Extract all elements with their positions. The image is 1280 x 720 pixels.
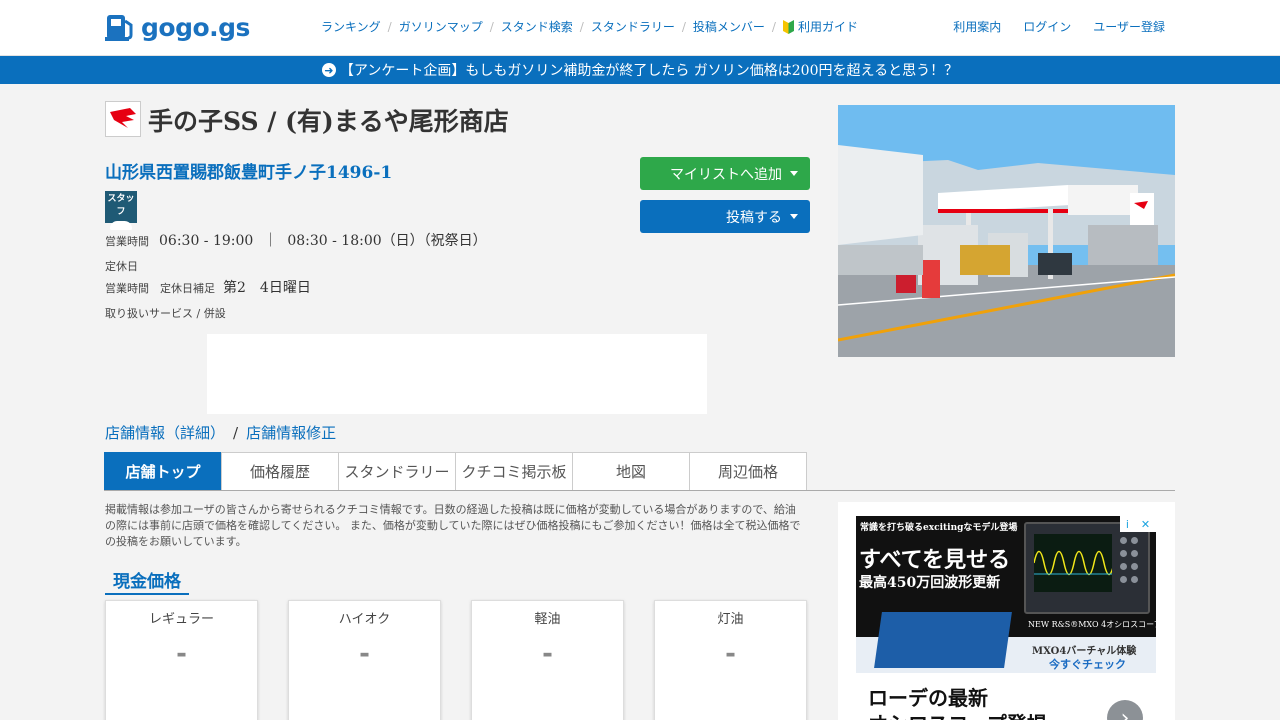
nav-gasoline-map[interactable]: ガソリンマップ (392, 18, 490, 35)
fuel-price: - (176, 639, 187, 669)
account-nav: 利用案内 ログイン ユーザー登録 (942, 18, 1176, 35)
arrow-right-circle-icon: ➜ (321, 63, 336, 77)
caret-down-icon (790, 171, 798, 176)
price-card-kerosene[interactable]: 灯油 - (654, 600, 807, 720)
nav-register[interactable]: ユーザー登録 (1082, 18, 1176, 35)
hours-weekday: 06:30 - 19:00 (159, 233, 254, 249)
station-photo-image (838, 105, 1175, 357)
tab-price-history[interactable]: 価格履歴 (221, 452, 339, 491)
car-wash-icon (110, 221, 132, 230)
closed-note-label: 営業時間 定休日補足 (105, 282, 215, 295)
waveform-icon (1033, 550, 1115, 576)
site-logo[interactable]: gogo.gs (105, 10, 250, 44)
tab-divider (104, 490, 1175, 491)
nav-usage-guide[interactable]: 利用ガイド (776, 18, 865, 35)
ad-big-text-2: オシロスコープ登場 (868, 708, 1047, 720)
disclaimer-text: 掲載情報は参加ユーザの皆さんから寄せられるクチコミ情報です。日数の経過した投稿は… (105, 503, 801, 548)
side-ad-banner[interactable]: 常識を打ち破るexcitingなモデル登場 すべてを見せる 最高450万回波形更… (856, 516, 1156, 720)
tab-nearby-prices[interactable]: 周辺価格 (689, 452, 807, 491)
nav-post-members[interactable]: 投稿メンバー (686, 18, 772, 35)
banner-text: 【アンケート企画】もしもガソリン補助金が終了したら ガソリン価格は200円を超え… (339, 63, 959, 79)
business-hours: 営業時間 06:30 - 19:00 ｜ 08:30 - 18:00（日）（祝祭… (105, 230, 487, 250)
oscilloscope-screen (1033, 534, 1115, 592)
tab-stand-rally[interactable]: スタンドラリー (338, 452, 456, 491)
nav-ranking[interactable]: ランキング (314, 18, 388, 35)
site-header: gogo.gs ランキング / ガソリンマップ / スタンド検索 / スタンドラ… (0, 0, 1280, 56)
ad-headline-main: すべてを見せる (859, 547, 1011, 573)
main-nav: ランキング / ガソリンマップ / スタンド検索 / スタンドラリー / 投稿メ… (314, 18, 865, 35)
beginner-mark-icon (782, 19, 794, 34)
price-card-regular[interactable]: レギュラー - (105, 600, 258, 720)
fuel-price: - (359, 639, 370, 669)
nav-stand-rally[interactable]: スタンドラリー (584, 18, 682, 35)
ad-cta-text[interactable]: 今すぐチェック (1049, 656, 1126, 672)
post-button[interactable]: 投稿する (640, 200, 810, 233)
fuel-price: - (725, 639, 736, 669)
hours-divider: ｜ (263, 233, 278, 249)
ad-thumbnails-image (874, 612, 1012, 668)
fuel-name: 軽油 (534, 612, 561, 627)
add-to-mylist-button[interactable]: マイリストへ追加 (640, 157, 810, 190)
station-name: 手の子SS / (有)まるや尾形商店 (148, 107, 509, 136)
gas-pump-icon (105, 15, 133, 41)
oscilloscope-knobs (1118, 534, 1146, 606)
price-card-diesel[interactable]: 軽油 - (471, 600, 624, 720)
store-fix-link[interactable]: 店舗情報修正 (246, 422, 336, 443)
services-label: 取り扱いサービス / 併設 (105, 307, 226, 320)
eneos-brand-icon (105, 101, 141, 137)
ad-vr-text: MXO4バーチャル体験 (1032, 646, 1137, 657)
ad-choices[interactable]: i ✕ (1120, 516, 1156, 532)
ad-headline-small: 常識を打ち破るexcitingなモデル登場 (860, 523, 1018, 533)
tab-store-top[interactable]: 店舗トップ (104, 452, 222, 491)
station-photo[interactable] (838, 105, 1175, 357)
info-icon[interactable]: i (1126, 518, 1129, 531)
tab-review-board[interactable]: クチコミ掲示板 (455, 452, 573, 491)
logo-text: gogo.gs (141, 12, 250, 42)
caret-down-icon (790, 214, 798, 219)
staff-badge-label: スタッフ (107, 194, 135, 217)
price-card-high-octane[interactable]: ハイオク - (288, 600, 441, 720)
hours-label: 営業時間 (105, 235, 149, 248)
fuel-name: レギュラー (148, 612, 214, 627)
eneos-logo-icon (110, 108, 136, 128)
add-to-mylist-label: マイリストへ追加 (670, 166, 782, 183)
cash-price-cards: レギュラー - ハイオク - 軽油 - 灯油 - (105, 600, 807, 720)
campaign-banner[interactable]: ➜ 【アンケート企画】もしもガソリン補助金が終了したら ガソリン価格は200円を… (0, 56, 1280, 84)
oscilloscope-image (1024, 522, 1150, 614)
fuel-name: ハイオク (338, 612, 391, 627)
station-info-links: 店舗情報（詳細） / 店舗情報修正 (105, 422, 336, 443)
ad-model-text: NEW R&S®MXO 4オシロスコープ (1028, 620, 1156, 629)
station-address[interactable]: 山形県西置賜郡飯豊町手ノ子1496-1 (105, 158, 392, 183)
nav-usage-info[interactable]: 利用案内 (942, 18, 1012, 35)
nav-login[interactable]: ログイン (1012, 18, 1082, 35)
ad-big-text-1: ローデの最新 (868, 686, 988, 710)
hours-holiday: 08:30 - 18:00（日）（祝祭日） (287, 233, 487, 249)
closed-days-label: 定休日 (105, 260, 138, 273)
store-detail-link[interactable]: 店舗情報（詳細） (105, 422, 225, 443)
close-icon[interactable]: ✕ (1141, 518, 1150, 531)
ad-slot-top (207, 334, 707, 414)
closed-note-value: 第2 4日曜日 (223, 280, 311, 296)
cash-price-title: 現金価格 (105, 567, 189, 595)
staff-service-badge: スタッフ (105, 191, 137, 230)
nav-stand-search[interactable]: スタンド検索 (494, 18, 580, 35)
station-tabs: 店舗トップ 価格履歴 スタンドラリー クチコミ掲示板 地図 周辺価格 (104, 452, 807, 491)
closed-days-note: 営業時間 定休日補足 第2 4日曜日 (105, 277, 311, 297)
tab-map[interactable]: 地図 (572, 452, 690, 491)
post-button-label: 投稿する (726, 209, 782, 226)
fuel-name: 灯油 (717, 612, 744, 627)
ad-headline-sub: 最高450万回波形更新 (859, 575, 1001, 591)
nav-usage-guide-label: 利用ガイド (797, 20, 858, 34)
link-separator: / (233, 423, 239, 442)
fuel-price: - (542, 639, 553, 669)
